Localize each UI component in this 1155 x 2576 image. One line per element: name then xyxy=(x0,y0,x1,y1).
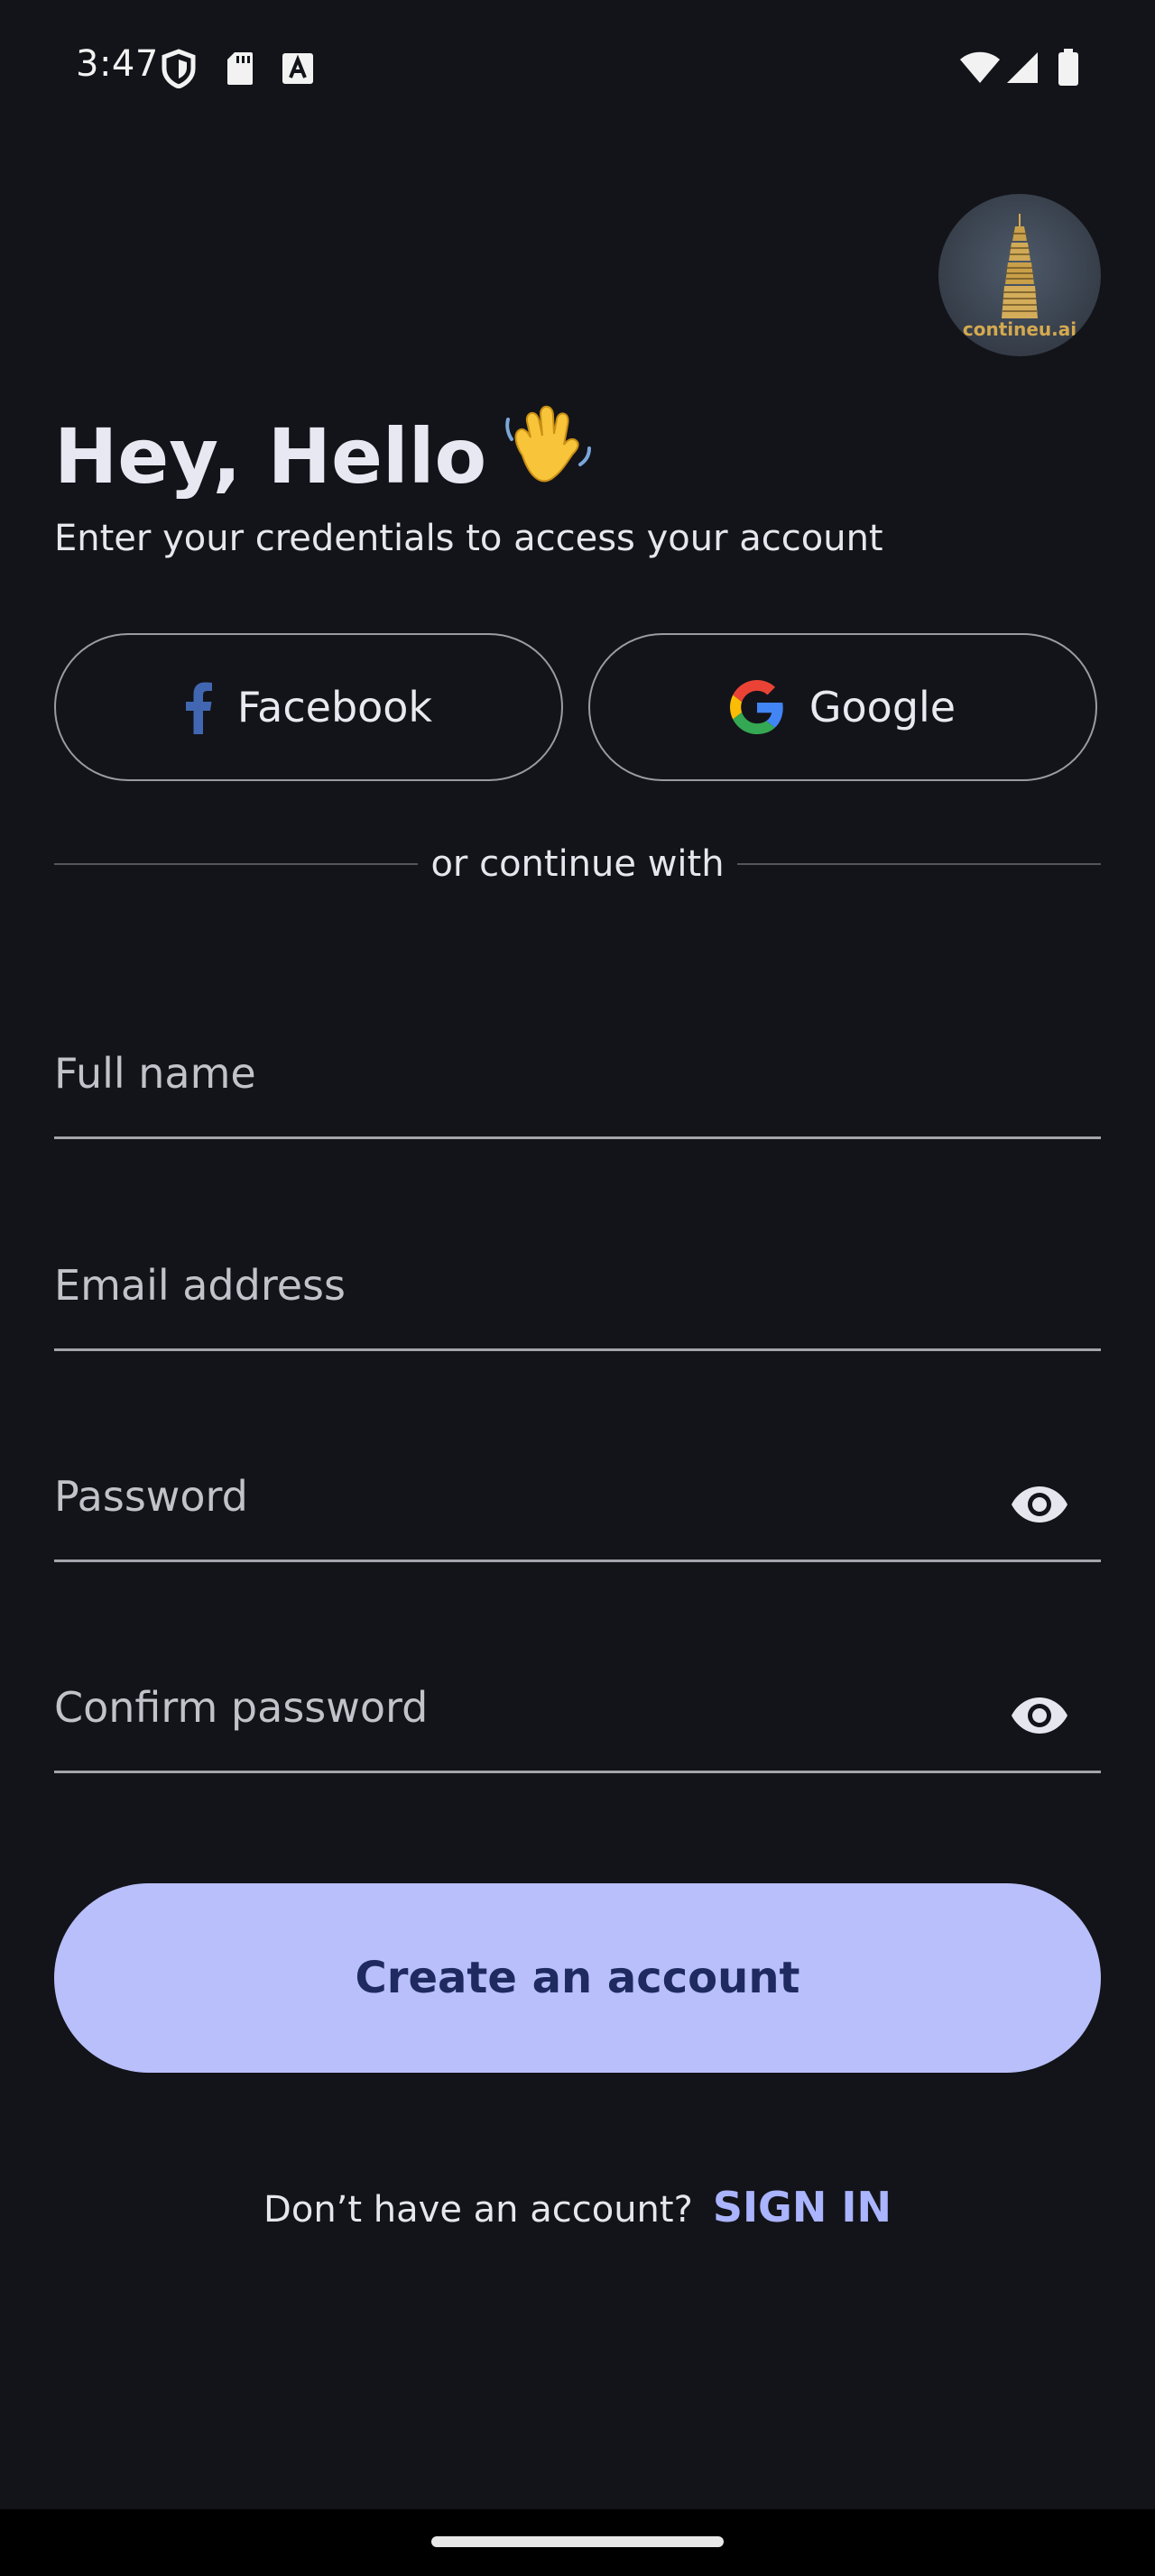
facebook-button[interactable]: Facebook xyxy=(54,633,563,781)
divider-text: or continue with xyxy=(430,843,725,885)
building-logo-icon xyxy=(1002,214,1038,318)
divider-line-right xyxy=(736,863,1102,865)
font-icon xyxy=(282,52,314,88)
signal-icon xyxy=(1005,51,1040,88)
eye-icon[interactable] xyxy=(1011,1696,1068,1739)
sign-in-link[interactable]: SIGN IN xyxy=(713,2183,892,2231)
eye-icon[interactable] xyxy=(1011,1485,1068,1528)
password-field[interactable]: Password xyxy=(54,1454,1101,1562)
facebook-icon xyxy=(185,680,212,734)
status-time: 3:47 xyxy=(76,43,159,85)
confirm-password-field[interactable]: Confirm password xyxy=(54,1665,1101,1773)
home-gesture-handle[interactable] xyxy=(431,2536,724,2547)
greeting-text: Hey, Hello xyxy=(54,412,487,501)
app-logo: contineu.ai xyxy=(938,194,1101,356)
navigation-bar xyxy=(0,2509,1155,2576)
google-button[interactable]: Google xyxy=(588,633,1097,781)
create-account-label: Create an account xyxy=(355,1953,800,2003)
page-title: Hey, Hello xyxy=(54,401,593,506)
wifi-icon xyxy=(958,51,1002,88)
sd-card-icon xyxy=(226,51,254,90)
waving-hand-icon xyxy=(503,401,593,506)
signin-question: Don’t have an account? xyxy=(263,2189,693,2231)
full-name-field[interactable]: Full name xyxy=(54,1031,1101,1139)
or-divider: or continue with xyxy=(54,839,1102,889)
password-placeholder: Password xyxy=(54,1472,248,1521)
page-subtitle: Enter your credentials to access your ac… xyxy=(54,518,883,559)
divider-line-left xyxy=(54,863,419,865)
signin-prompt: Don’t have an account? SIGN IN xyxy=(0,2183,1155,2231)
confirm-password-placeholder: Confirm password xyxy=(54,1683,429,1732)
full-name-placeholder: Full name xyxy=(54,1049,256,1098)
email-field[interactable]: Email address xyxy=(54,1243,1101,1351)
create-account-button[interactable]: Create an account xyxy=(54,1883,1101,2073)
shield-icon xyxy=(161,49,197,92)
logo-text: contineu.ai xyxy=(962,318,1077,340)
google-button-label: Google xyxy=(808,683,956,731)
google-icon xyxy=(729,680,784,734)
status-bar: 3:47 xyxy=(0,0,1155,135)
battery-icon xyxy=(1058,49,1079,90)
facebook-button-label: Facebook xyxy=(236,683,433,731)
email-placeholder: Email address xyxy=(54,1261,346,1310)
